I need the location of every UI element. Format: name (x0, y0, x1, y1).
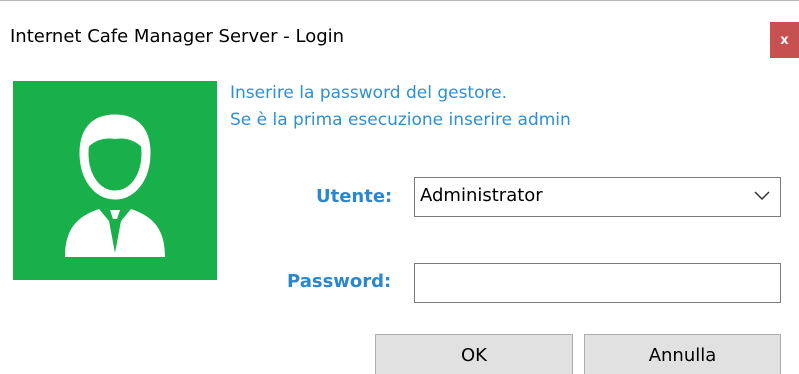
password-label: Password: (287, 271, 392, 292)
login-window: Internet Cafe Manager Server - Login x I… (0, 0, 799, 374)
user-select-value: Administrator (420, 185, 543, 206)
window-title: Internet Cafe Manager Server - Login (10, 26, 345, 47)
ok-button[interactable]: OK (375, 334, 573, 374)
info-text-line-1: Inserire la password del gestore. (230, 83, 507, 103)
avatar (13, 81, 217, 280)
cancel-button[interactable]: Annulla (584, 334, 781, 374)
user-label: Utente: (316, 186, 393, 207)
user-select[interactable]: Administrator (414, 177, 781, 217)
chevron-down-icon (754, 191, 770, 201)
close-icon: x (780, 32, 789, 48)
password-field[interactable] (414, 263, 781, 303)
user-avatar-icon (65, 114, 165, 257)
close-button[interactable]: x (770, 22, 799, 58)
info-text-line-2: Se è la prima esecuzione inserire admin (230, 110, 571, 130)
